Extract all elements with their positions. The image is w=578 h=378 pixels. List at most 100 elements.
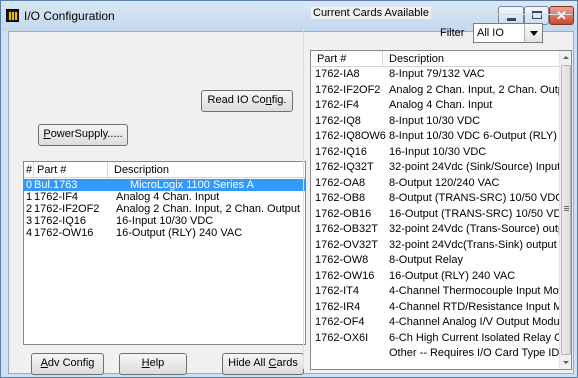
- card-row[interactable]: 1762-IF4 Analog 4 Chan. Input: [311, 99, 559, 112]
- cards-scrollbar[interactable]: [559, 51, 571, 369]
- window-title: I/O Configuration: [24, 9, 115, 23]
- help-mnemonic: H: [141, 357, 150, 369]
- rack-slot: 2: [26, 203, 33, 215]
- rack-col-description[interactable]: Description: [108, 162, 305, 178]
- card-row[interactable]: 1762-OF4 4-Channel Analog I/V Output Modu…: [311, 316, 559, 329]
- filter-dropdown[interactable]: All IO: [473, 23, 543, 43]
- help-button[interactable]: Help: [119, 353, 187, 375]
- card-description: 4-Channel RTD/Resistance Input Modu: [389, 300, 559, 313]
- dropdown-arrow-icon[interactable]: [524, 24, 542, 42]
- adv-config-button[interactable]: Adv Config: [31, 353, 104, 375]
- rack-col-part[interactable]: Part #: [34, 162, 108, 178]
- card-row[interactable]: 1762-OB8 8-Output (TRANS-SRC) 10/50 VDC: [311, 192, 559, 205]
- card-row[interactable]: 1762-OX6I 6-Ch High Current Isolated Rela…: [311, 332, 559, 345]
- hide-all-cards-button[interactable]: Hide All Cards: [222, 353, 304, 375]
- card-description: 16-Output (TRANS-SRC) 10/50 VDC: [389, 207, 559, 220]
- card-description: 32-point 24Vdc (Sink/Source) Input: [389, 161, 559, 173]
- rack-row[interactable]: 4 1762-OW16 16-Output (RLY) 240 VAC: [24, 227, 305, 239]
- rack-list[interactable]: # Part # Description 0 Bul.1763 MicroLogix…: [23, 161, 306, 345]
- card-description: Analog 2 Chan. Input, 2 Chan. Output: [389, 83, 559, 96]
- rack-slot: 3: [26, 215, 33, 227]
- card-part: 1762-IQ8: [315, 114, 361, 127]
- card-row[interactable]: 1762-IA8 8-Input 79/132 VAC: [311, 68, 559, 81]
- power-supply-button[interactable]: PowerSupply.....: [38, 124, 128, 146]
- card-row[interactable]: 1762-IQ16 16-Input 10/30 VDC: [311, 146, 559, 159]
- rack-description: 16-Input 10/30 VDC: [116, 215, 214, 227]
- card-row[interactable]: 1762-IR4 4-Channel RTD/Resistance Input M…: [311, 301, 559, 314]
- filter-label: Filter: [440, 27, 465, 39]
- card-description: 32-point 24Vdc (Trans-Source) output: [389, 223, 559, 235]
- current-cards-group-label: Current Cards Available: [311, 7, 431, 19]
- card-row[interactable]: 1762-IT4 4-Channel Thermocouple Input Mod…: [311, 285, 559, 298]
- adv-config-label: dv Config: [47, 357, 95, 369]
- card-row[interactable]: 1762-IF2OF2 Analog 2 Chan. Input, 2 Chan.…: [311, 84, 559, 97]
- rack-part: 1762-IF2OF2: [34, 203, 100, 215]
- rack-part: Bul.1763: [34, 179, 78, 191]
- card-description: 16-Output (RLY) 240 VAC: [389, 269, 516, 282]
- card-part: 1762-IR4: [315, 300, 361, 313]
- card-part: 1762-OF4: [315, 316, 365, 328]
- rack-list-header: # Part # Description: [24, 162, 305, 178]
- card-part: 1762-OB16: [315, 207, 372, 220]
- card-part: 1762-OV32T: [315, 238, 378, 251]
- cards-col-description[interactable]: Description: [383, 51, 559, 67]
- card-row[interactable]: 1762-OB16 16-Output (TRANS-SRC) 10/50 VDC: [311, 208, 559, 221]
- rack-col-slot[interactable]: #: [24, 162, 34, 178]
- help-label: elp: [149, 357, 165, 369]
- card-part: 1762-OB32T: [315, 223, 378, 235]
- card-part: 1762-IQ32T: [315, 161, 374, 173]
- card-row[interactable]: 1762-IQ8OW6 8-Input 10/30 VDC 6-Output (R…: [311, 130, 559, 143]
- card-description: 8-Input 10/30 VDC: [389, 114, 481, 127]
- rack-slot: 4: [26, 227, 33, 239]
- scrollbar-grip: [564, 206, 569, 207]
- rack-row[interactable]: 2 1762-IF2OF2 Analog 2 Chan. Input, 2 Chan…: [24, 203, 305, 215]
- card-row[interactable]: Other -- Requires I/O Card Type ID: [311, 347, 559, 360]
- card-row[interactable]: 1762-OW8 8-Output Relay: [311, 254, 559, 267]
- scroll-down-icon[interactable]: [560, 356, 571, 369]
- card-row[interactable]: 1762-OA8 8-Output 120/240 VAC: [311, 177, 559, 190]
- card-row[interactable]: 1762-OV32T 32-point 24Vdc(Trans-Sink) out…: [311, 239, 559, 252]
- rack-slot: 0: [26, 179, 33, 191]
- rack-description: 16-Output (RLY) 240 VAC: [116, 227, 243, 239]
- card-part: 1762-IA8: [315, 68, 360, 80]
- card-part: 1762-OW16: [315, 269, 375, 282]
- card-part: 1762-IF2OF2: [315, 83, 381, 96]
- rack-slot: 1: [26, 191, 33, 203]
- card-part: 1762-OW8: [315, 254, 369, 266]
- card-description: 8-Output 120/240 VAC: [389, 176, 500, 189]
- rack-part: 1762-OW16: [34, 227, 94, 239]
- app-icon: [6, 9, 19, 22]
- card-description: 32-point 24Vdc(Trans-Sink) output: [389, 238, 557, 251]
- card-part: 1762-OB8: [315, 192, 366, 204]
- rack-description: Analog 4 Chan. Input: [116, 191, 220, 203]
- cards-col-part[interactable]: Part #: [311, 51, 383, 67]
- card-description: 16-Input 10/30 VDC: [389, 145, 487, 158]
- card-description: 8-Output Relay: [389, 254, 463, 266]
- card-part: 1762-IF4: [315, 99, 360, 111]
- scrollbar-thumb[interactable]: [561, 65, 571, 355]
- card-row[interactable]: 1762-IQ8 8-Input 10/30 VDC: [311, 115, 559, 128]
- card-row[interactable]: 1762-OB32T 32-point 24Vdc (Trans-Source) …: [311, 223, 559, 236]
- read-io-config-button[interactable]: Read IO Config.: [201, 90, 293, 112]
- scroll-up-icon[interactable]: [560, 51, 571, 64]
- card-part: 1762-IT4: [315, 285, 360, 297]
- rack-row[interactable]: 1 1762-IF4 Analog 4 Chan. Input: [24, 191, 305, 203]
- cards-list-header: Part # Description: [311, 51, 559, 67]
- card-description: 8-Input 79/132 VAC: [389, 68, 485, 80]
- card-description: 8-Output (TRANS-SRC) 10/50 VDC: [389, 192, 559, 204]
- card-row[interactable]: 1762-OW16 16-Output (RLY) 240 VAC: [311, 270, 559, 283]
- read-io-config-label-b: fig.: [271, 94, 287, 106]
- read-io-config-label-a: Read IO Co: [207, 94, 266, 106]
- hide-all-cards-label-a: Hide All: [228, 357, 269, 369]
- rack-row[interactable]: 0 Bul.1763 MicroLogix 1100 Series A: [24, 179, 305, 191]
- card-part: 1762-IQ16: [315, 145, 367, 158]
- power-supply-mnemonic: P: [43, 128, 51, 140]
- cards-list[interactable]: Part # Description 1762-IA8 8-Input 79/13…: [310, 50, 572, 370]
- card-description: 6-Ch High Current Isolated Relay Outpu: [389, 331, 559, 344]
- power-supply-label: owerSupply.....: [50, 128, 123, 140]
- card-part: 1762-OA8: [315, 176, 366, 189]
- card-part: 1762-OX6I: [315, 331, 369, 344]
- card-description: Analog 4 Chan. Input: [389, 99, 493, 111]
- rack-row[interactable]: 3 1762-IQ16 16-Input 10/30 VDC: [24, 215, 305, 227]
- card-row[interactable]: 1762-IQ32T 32-point 24Vdc (Sink/Source) I…: [311, 161, 559, 174]
